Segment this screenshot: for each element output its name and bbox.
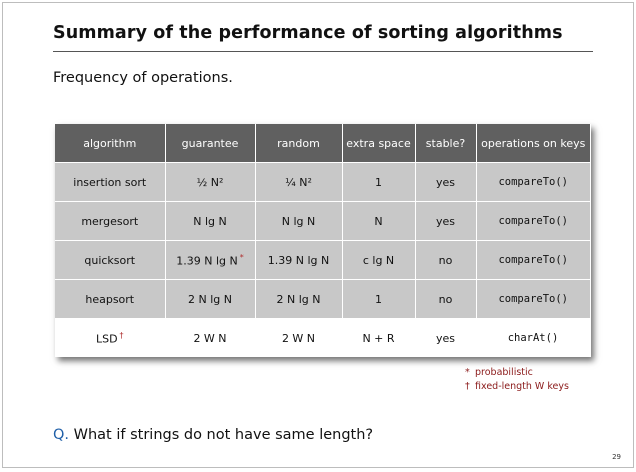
cell-random: 2 W N bbox=[255, 318, 343, 357]
cell-operations: compareTo() bbox=[476, 201, 590, 241]
cell-random: 2 N lg N bbox=[255, 279, 343, 319]
cell-extra-space: N bbox=[342, 201, 416, 241]
cell-algorithm: insertion sort bbox=[55, 162, 166, 202]
table-row-highlighted: LSD † 2 W N 2 W N N + R yes charAt() bbox=[55, 318, 591, 357]
table-row: insertion sort ½ N² ¼ N² 1 yes compareTo… bbox=[55, 162, 590, 202]
cell-extra-space: N + R bbox=[342, 318, 416, 357]
cell-extra-space: 1 bbox=[342, 162, 416, 202]
slide: Summary of the performance of sorting al… bbox=[2, 2, 634, 468]
cell-stable: yes bbox=[415, 162, 477, 202]
slide-subtitle: Frequency of operations. bbox=[53, 70, 233, 86]
header-guarantee: guarantee bbox=[165, 124, 256, 163]
slide-title: Summary of the performance of sorting al… bbox=[53, 23, 563, 43]
cell-guarantee: 2 N lg N bbox=[165, 279, 256, 319]
cell-random: N lg N bbox=[255, 201, 343, 241]
header-stable: stable? bbox=[415, 124, 477, 163]
footnote-item: * probabilistic bbox=[465, 366, 569, 380]
performance-table: algorithm guarantee random extra space s… bbox=[55, 124, 591, 357]
guarantee-value: 1.39 N lg N bbox=[176, 254, 238, 268]
table-row: quicksort 1.39 N lg N * 1.39 N lg N c lg … bbox=[55, 240, 590, 280]
fixed-length-mark: † bbox=[119, 330, 124, 340]
title-divider bbox=[53, 51, 593, 52]
cell-guarantee: 1.39 N lg N * bbox=[165, 240, 256, 280]
question-label: Q. bbox=[53, 427, 70, 443]
algorithm-name: mergesort bbox=[81, 214, 139, 228]
probabilistic-mark: * bbox=[239, 252, 244, 262]
footnote-symbol: * bbox=[465, 367, 470, 378]
footnotes: * probabilistic † fixed-length W keys bbox=[465, 366, 569, 394]
header-algorithm: algorithm bbox=[55, 124, 166, 163]
table-row: heapsort 2 N lg N 2 N lg N 1 no compareT… bbox=[55, 279, 590, 319]
cell-stable: no bbox=[415, 279, 477, 319]
algorithm-name: LSD bbox=[95, 332, 118, 346]
footnote-symbol: † bbox=[465, 381, 470, 392]
algorithm-name: insertion sort bbox=[73, 175, 147, 189]
cell-algorithm: heapsort bbox=[55, 279, 166, 319]
header-random: random bbox=[255, 124, 343, 163]
cell-algorithm: quicksort bbox=[55, 240, 166, 280]
table-header-row: algorithm guarantee random extra space s… bbox=[55, 124, 590, 163]
header-extra-space: extra space bbox=[342, 124, 416, 163]
footnote-text: probabilistic bbox=[475, 367, 533, 378]
table-row: mergesort N lg N N lg N N yes compareTo(… bbox=[55, 201, 590, 241]
question: Q. What if strings do not have same leng… bbox=[53, 427, 373, 443]
footnote-text: fixed-length W keys bbox=[475, 381, 569, 392]
cell-operations: charAt() bbox=[476, 318, 591, 357]
cell-extra-space: c lg N bbox=[342, 240, 416, 280]
cell-algorithm: LSD † bbox=[55, 318, 166, 357]
algorithm-name: quicksort bbox=[84, 253, 136, 267]
footnote-item: † fixed-length W keys bbox=[465, 380, 569, 394]
performance-table-container: algorithm guarantee random extra space s… bbox=[55, 124, 591, 357]
cell-extra-space: 1 bbox=[342, 279, 416, 319]
cell-guarantee: N lg N bbox=[165, 201, 256, 241]
cell-guarantee: ½ N² bbox=[165, 162, 256, 202]
cell-stable: no bbox=[415, 240, 477, 280]
cell-operations: compareTo() bbox=[476, 240, 590, 280]
question-text: What if strings do not have same length? bbox=[73, 427, 374, 443]
algorithm-name: heapsort bbox=[85, 292, 135, 306]
cell-stable: yes bbox=[415, 318, 477, 357]
cell-guarantee: 2 W N bbox=[165, 318, 256, 357]
cell-stable: yes bbox=[415, 201, 477, 241]
cell-operations: compareTo() bbox=[476, 162, 590, 202]
header-operations: operations on keys bbox=[476, 124, 590, 163]
cell-random: ¼ N² bbox=[255, 162, 343, 202]
cell-random: 1.39 N lg N bbox=[255, 240, 343, 280]
cell-algorithm: mergesort bbox=[55, 201, 166, 241]
cell-operations: compareTo() bbox=[476, 279, 590, 319]
page-number: 29 bbox=[612, 453, 621, 461]
